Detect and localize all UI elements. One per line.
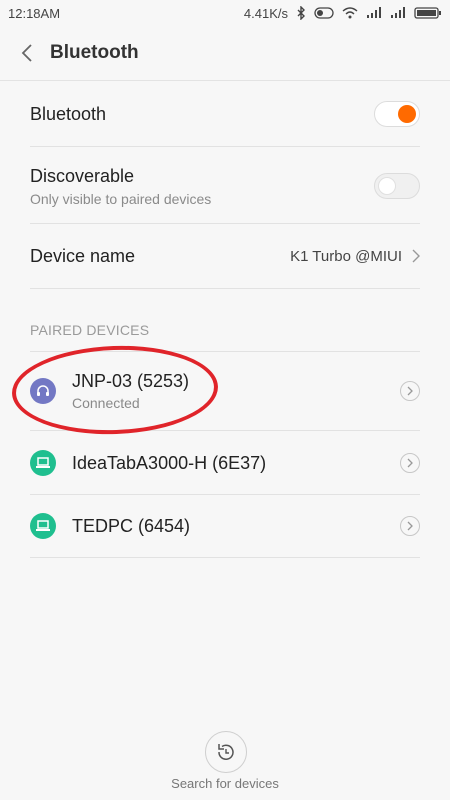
battery-icon [414, 7, 442, 19]
refresh-icon [218, 744, 234, 760]
status-time: 12:18AM [8, 5, 61, 21]
chevron-right-icon [407, 386, 413, 396]
annotation-ellipse [10, 342, 220, 438]
app-bar: Bluetooth [0, 26, 450, 81]
discoverable-text: Discoverable Only visible to paired devi… [30, 166, 211, 207]
device-name-value-wrap: K1 Turbo @MIUI [290, 248, 420, 265]
bluetooth-toggle[interactable] [374, 101, 420, 127]
vibrate-toggle-icon [314, 7, 334, 19]
wifi-icon [342, 7, 358, 19]
device-name-label: Device name [30, 245, 136, 266]
back-button[interactable] [16, 42, 38, 64]
status-icons: 4.41K/s [244, 6, 442, 21]
section-header-paired-devices: PAIRED DEVICES [30, 322, 150, 338]
bluetooth-icon [296, 6, 306, 20]
search-for-devices-label: Search for devices [171, 776, 279, 791]
device-name: TEDPC (6454) [72, 515, 191, 536]
discoverable-row[interactable]: Discoverable Only visible to paired devi… [30, 158, 420, 214]
chevron-right-icon [407, 458, 413, 468]
discoverable-label: Discoverable [30, 165, 135, 186]
toggle-knob [398, 105, 416, 123]
divider [30, 557, 420, 558]
search-for-devices-button[interactable] [205, 731, 247, 773]
divider [30, 288, 420, 289]
device-name-value: K1 Turbo @MIUI [290, 247, 402, 265]
laptop-icon [30, 513, 56, 539]
divider [30, 494, 420, 495]
bluetooth-label: Bluetooth [30, 103, 107, 124]
device-name-row[interactable]: Device name K1 Turbo @MIUI [30, 234, 420, 278]
device-info: TEDPC (6454) [30, 513, 190, 539]
status-bar: 12:18AM 4.41K/s [0, 0, 450, 26]
chevron-right-icon [412, 249, 420, 263]
bluetooth-row[interactable]: Bluetooth [30, 92, 420, 136]
divider [30, 146, 420, 147]
discoverable-toggle[interactable] [374, 173, 420, 199]
paired-device-item[interactable]: TEDPC (6454) [30, 505, 420, 547]
signal-icon-sim2 [390, 7, 406, 19]
device-info: IdeaTabA3000-H (6E37) [30, 450, 266, 476]
toggle-knob [378, 177, 396, 195]
divider [30, 223, 420, 224]
network-speed: 4.41K/s [243, 5, 288, 21]
laptop-icon [30, 450, 56, 476]
device-settings-button[interactable] [400, 381, 420, 401]
paired-device-item[interactable]: IdeaTabA3000-H (6E37) [30, 442, 420, 484]
discoverable-subtitle: Only visible to paired devices [30, 190, 212, 207]
chevron-right-icon [407, 521, 413, 531]
page-title: Bluetooth [50, 42, 139, 63]
signal-icon-sim1 [366, 7, 382, 19]
device-name: IdeaTabA3000-H (6E37) [72, 452, 267, 473]
chevron-left-icon [21, 44, 32, 62]
device-settings-button[interactable] [400, 516, 420, 536]
device-settings-button[interactable] [400, 453, 420, 473]
